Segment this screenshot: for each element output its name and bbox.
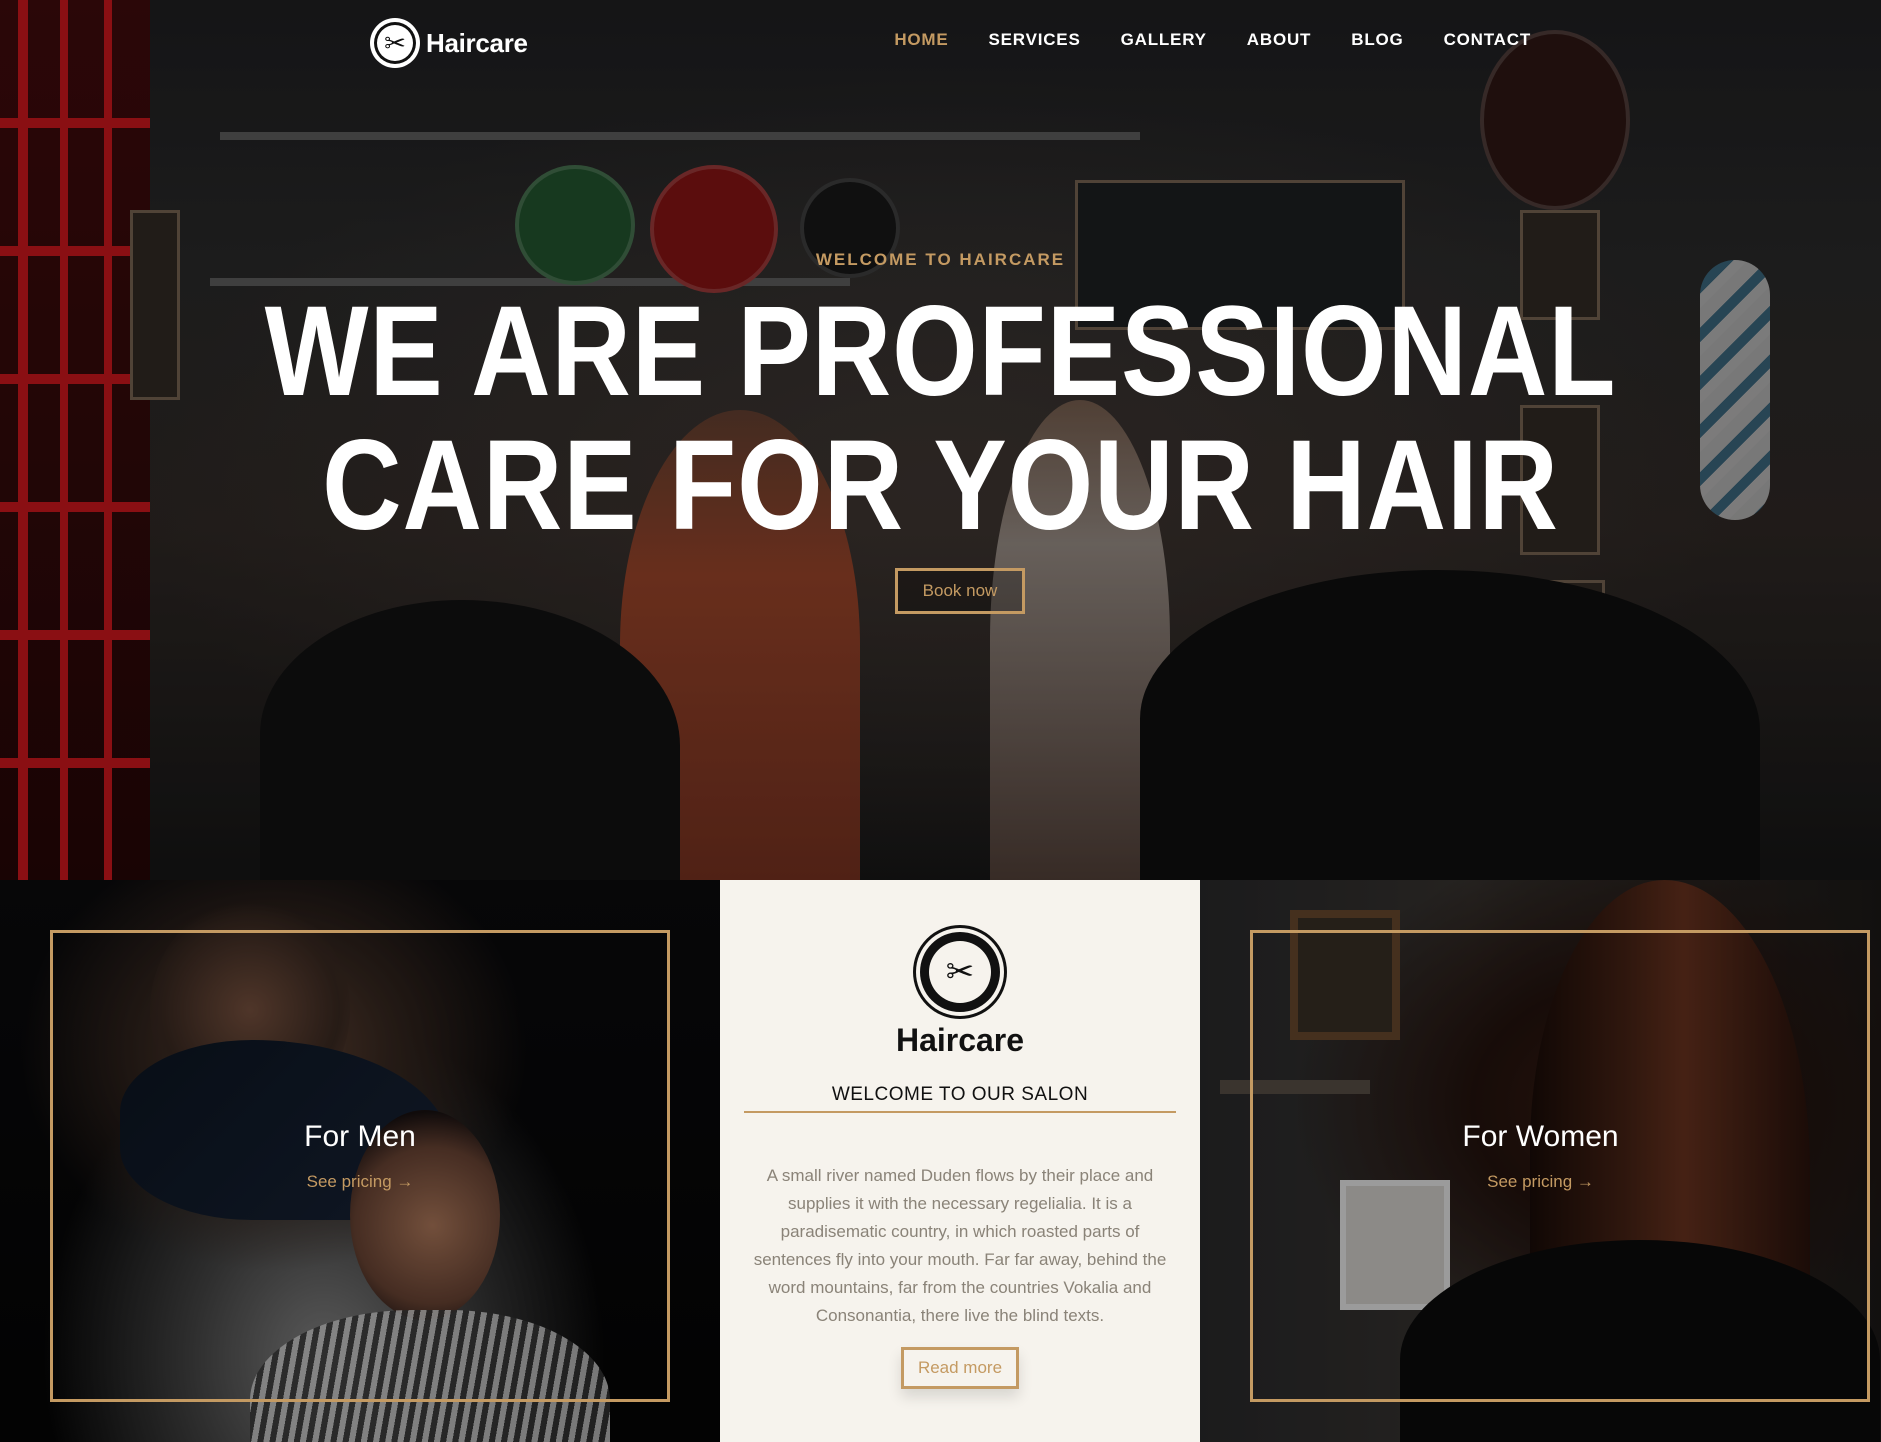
- nav-item-services[interactable]: SERVICES: [989, 30, 1081, 50]
- nav-item-contact[interactable]: CONTACT: [1444, 30, 1531, 50]
- center-logo-badge: ✂: [920, 932, 1000, 1012]
- women-see-pricing-link[interactable]: See pricing →: [1200, 1172, 1881, 1192]
- welcome-panel: ✂ Haircare WELCOME TO OUR SALON A small …: [720, 880, 1200, 1442]
- center-brand-name: Haircare: [895, 1022, 1025, 1058]
- nav-item-gallery[interactable]: GALLERY: [1121, 30, 1207, 50]
- women-title: For Women: [1462, 1120, 1619, 1153]
- hero-headline: WE ARE PROFESSIONAL CARE FOR YOUR HAIR: [132, 285, 1750, 553]
- center-body-text: A small river named Duden flows by their…: [753, 1166, 1167, 1325]
- scissors-icon: ✂: [370, 18, 420, 68]
- scissors-icon: ✂: [929, 941, 991, 1003]
- hero-section: ✂ Haircare HOME SERVICES GALLERY ABOUT B…: [0, 0, 1881, 880]
- brand-name: Haircare: [426, 27, 528, 58]
- nav-item-about[interactable]: ABOUT: [1247, 30, 1311, 50]
- nav-item-home[interactable]: HOME: [894, 30, 948, 50]
- nav-menu: HOME SERVICES GALLERY ABOUT BLOG CONTACT: [894, 30, 1531, 50]
- center-subtitle: WELCOME TO OUR SALON: [831, 1084, 1089, 1105]
- men-gold-frame: [50, 930, 670, 1402]
- book-now-button[interactable]: Book now: [895, 568, 1025, 614]
- for-men-panel[interactable]: For Men See pricing →: [0, 880, 720, 1442]
- main-navigation: ✂ Haircare HOME SERVICES GALLERY ABOUT B…: [0, 0, 1881, 84]
- men-see-pricing-link[interactable]: See pricing →: [0, 1172, 720, 1192]
- center-divider: [744, 1111, 1176, 1113]
- hero-eyebrow: WELCOME TO HAIRCARE: [815, 250, 1066, 269]
- site-logo[interactable]: ✂ Haircare: [370, 18, 528, 68]
- read-more-button[interactable]: Read more: [901, 1347, 1019, 1389]
- nav-item-blog[interactable]: BLOG: [1351, 30, 1403, 50]
- for-women-panel[interactable]: For Women See pricing →: [1200, 880, 1881, 1442]
- women-gold-frame: [1250, 930, 1870, 1402]
- hero-headline-line-2: CARE FOR YOUR HAIR: [322, 414, 1559, 557]
- hero-headline-line-1: WE ARE PROFESSIONAL: [264, 280, 1617, 423]
- men-title: For Men: [304, 1120, 416, 1153]
